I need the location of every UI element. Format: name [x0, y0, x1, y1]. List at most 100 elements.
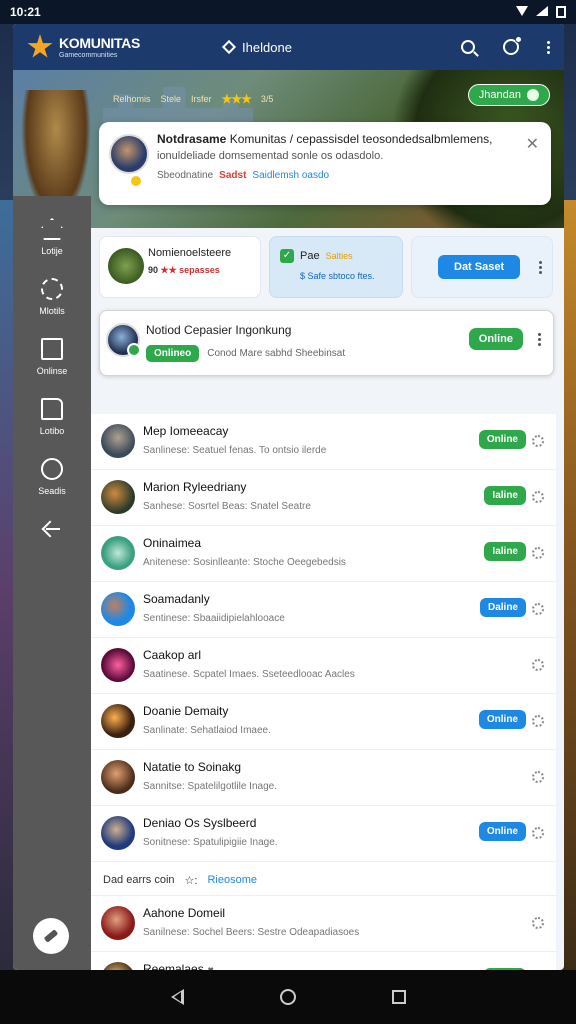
list-item[interactable]: Marion Ryleedriany Sanhese: Sosrtel Beas:… — [91, 470, 556, 526]
member-list: Mep Iomeeacay Sanlinese: Seatuel fenas. T… — [91, 414, 556, 970]
toggle-knob-icon — [527, 89, 539, 101]
list-item[interactable]: Natatie to Soinakg Sannitse: Spatelilgotl… — [91, 750, 556, 806]
info-card[interactable]: ✓ Pae Salties $ Safe sbtoco ftes. — [269, 236, 403, 298]
list-item[interactable]: Mep Iomeeacay Sanlinese: Seatuel fenas. T… — [91, 414, 556, 470]
app-window: KOMUNITAS Gamecommunities Iheldone Relho… — [13, 24, 564, 970]
list-item-title: Deniao Os Syslbeerd — [143, 816, 257, 830]
online-button[interactable]: Ialine — [484, 486, 526, 505]
online-button[interactable]: Online — [468, 328, 523, 350]
avatar — [101, 704, 135, 738]
nav-home-icon[interactable] — [279, 989, 296, 1005]
list-item[interactable]: Deniao Os Syslbeerd Sonitnese: Spatulipig… — [91, 806, 556, 862]
list-item-title: Reemalaes — [143, 962, 204, 970]
status-toggle-label: Jhandan — [478, 89, 521, 101]
logo-subtitle: Gamecommunities — [59, 51, 118, 59]
avatar — [101, 424, 135, 458]
close-icon[interactable]: ✕ — [526, 134, 539, 154]
online-button[interactable]: Online — [478, 822, 526, 841]
card-count: 90 — [148, 265, 159, 275]
list-item[interactable]: Reemalaes♥Aboaonde: Soaded faind I Ioace… — [91, 952, 556, 970]
check-icon: ✓ — [280, 249, 294, 263]
sidebar-item-settings[interactable]: Mlotils — [13, 278, 91, 316]
compose-button[interactable] — [33, 918, 69, 954]
search-icon[interactable] — [461, 40, 475, 54]
online-button[interactable]: Daline — [479, 598, 526, 617]
settings-icon[interactable] — [532, 435, 544, 447]
online-button[interactable]: Online — [478, 430, 526, 449]
list-item[interactable]: Aahone Domeil Sanilnese: Sochel Beers: Se… — [91, 896, 556, 952]
home-icon — [41, 218, 63, 240]
wifi-icon — [516, 6, 528, 16]
list-item[interactable]: Caakop arl Saatinese. Scpatel Imaes. Sset… — [91, 638, 556, 694]
section-header: Dad earrs coin ☆: Rieosome — [91, 862, 556, 896]
section-link[interactable]: Rieosome — [207, 874, 257, 895]
settings-icon — [41, 278, 63, 300]
status-time: 10:21 — [10, 5, 41, 19]
more-menu-icon[interactable] — [538, 333, 541, 346]
logo-title: KOMUNITAS — [59, 34, 141, 51]
settings-icon[interactable] — [532, 715, 544, 727]
action-card: Dat Saset — [411, 236, 553, 298]
settings-icon[interactable] — [532, 491, 544, 503]
sidebar-item-label: Lotije — [41, 246, 63, 256]
compass-icon[interactable] — [503, 36, 522, 55]
list-item-subtitle: Sanilnese: Sochel Beers: Sestre Odeapadi… — [143, 927, 360, 938]
notification-meta: Sbeodnatine — [157, 170, 214, 181]
status-toggle-button[interactable]: Jhandan — [467, 84, 550, 106]
circle-icon — [41, 458, 63, 480]
notification-card[interactable]: Notdrasame Komunitas / cepassisdel teoso… — [99, 122, 551, 205]
settings-icon[interactable] — [532, 603, 544, 615]
online-button[interactable]: Ialine — [484, 542, 526, 561]
primary-action-button[interactable]: Dat Saset — [438, 255, 521, 279]
settings-icon[interactable] — [532, 771, 544, 783]
settings-icon[interactable] — [532, 827, 544, 839]
signal-icon — [536, 6, 548, 16]
sidebar-item-folder[interactable]: Lotibo — [13, 398, 91, 436]
sidebar: Lotije Mlotils Onlinse Lotibo Seadis — [13, 196, 91, 970]
online-badge: Onlineo — [146, 345, 200, 362]
sidebar-item-home[interactable]: Lotije — [13, 218, 91, 256]
topbar-center[interactable]: Iheldone — [221, 39, 292, 55]
list-item-subtitle: Saatinese. Scpatel Imaes. Sseteedlooac A… — [143, 669, 355, 680]
status-bar: 10:21 — [0, 0, 576, 24]
notification-action[interactable]: Sadst — [219, 170, 246, 181]
more-menu-icon[interactable] — [547, 40, 550, 54]
nav-recents-icon[interactable] — [391, 990, 406, 1004]
notification-link[interactable]: Saidlemsh oasdo — [252, 170, 329, 181]
more-menu-icon[interactable] — [539, 261, 542, 274]
app-logo[interactable]: KOMUNITAS Gamecommunities — [27, 34, 140, 60]
topbar-center-label: Iheldone — [242, 39, 292, 55]
list-item[interactable]: Oninaimea Anitenese: Sosinlleante: Stoche… — [91, 526, 556, 582]
list-item-title: Mep Iomeeacay — [143, 424, 229, 438]
list-item[interactable]: Doanie Demaity Sanlinate: Sehatlaiod Imae… — [91, 694, 556, 750]
sidebar-item-label: Lotibo — [39, 426, 65, 436]
pen-icon — [43, 929, 59, 943]
rating-stars: ★★★ — [221, 92, 252, 106]
settings-icon[interactable] — [532, 659, 544, 671]
featured-item[interactable]: Notiod Cepasier Ingonkung Onlineo Conod M… — [99, 310, 554, 376]
settings-icon[interactable] — [532, 917, 544, 929]
community-card[interactable]: Nomienoelsteere 90 ★★ sepasses — [99, 236, 261, 298]
sidebar-item-online[interactable]: Onlinse — [13, 338, 91, 376]
nav-back-icon[interactable] — [170, 989, 184, 1005]
settings-icon[interactable] — [532, 547, 544, 559]
android-nav-bar — [0, 970, 576, 1024]
list-item[interactable]: Soamadanly Sentinese: Sbaaiidipielahlooac… — [91, 582, 556, 638]
sidebar-item-circle[interactable]: Seadis — [13, 458, 91, 496]
card-rating: ★★ sepasses — [160, 265, 220, 275]
card-title: Pae — [300, 250, 320, 262]
back-arrow-icon — [41, 518, 63, 540]
section-label: Dad earrs coin — [103, 874, 175, 886]
list-item-title: Aahone Domeil — [143, 906, 226, 920]
notification-title: Notdrasame — [157, 132, 227, 146]
main-content: Nomienoelsteere 90 ★★ sepasses ✓ Pae Salti… — [91, 228, 564, 970]
top-bar: KOMUNITAS Gamecommunities Iheldone — [13, 24, 564, 70]
card-badge: Salties — [325, 251, 353, 261]
document-icon — [41, 338, 63, 360]
avatar — [108, 248, 144, 284]
list-item-title: Oninaimea — [143, 536, 202, 550]
avatar — [101, 816, 135, 850]
sidebar-item-back[interactable] — [13, 518, 91, 540]
online-button[interactable]: Online — [478, 710, 526, 729]
diamond-icon — [221, 39, 237, 55]
